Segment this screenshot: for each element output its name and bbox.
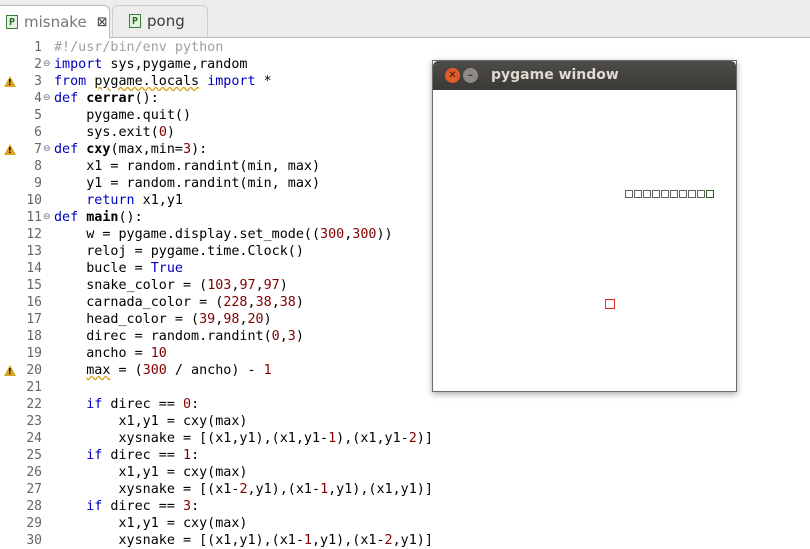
close-window-icon[interactable]: ✕ [445,68,460,83]
fold-toggle-icon[interactable]: ⊖ [43,141,51,158]
code-line: x1,y1 = cxy(max) [54,465,248,480]
line-number: 24 [26,431,42,446]
code-line: def cxy(max,min=3): [54,142,208,157]
line-number: 21 [26,380,42,395]
line-number: 6 [34,125,42,140]
line-number: 10 [26,193,42,208]
line-number: 12 [26,227,42,242]
code-line: snake_color = (103,97,97) [54,278,288,293]
warning-icon[interactable]: ! [4,365,16,376]
code-line: import sys,pygame,random [54,57,248,72]
snake-segment [661,190,669,198]
game-canvas[interactable] [433,90,736,391]
window-title: pygame window [491,67,619,83]
line-number: 27 [26,482,42,497]
code-line: pygame.quit() [54,108,192,123]
code-line: carnada_color = (228,38,38) [54,295,304,310]
tab-label: pong [147,12,185,30]
code-line: max = (300 / ancho) - 1 [86,363,272,378]
snake-segment [670,190,678,198]
code-line: x1,y1 = cxy(max) [54,414,248,429]
snake-segment [688,190,696,198]
line-number: 25 [26,448,42,463]
line-number: 8 [34,159,42,174]
code-line: return x1,y1 [86,193,183,208]
code-line: reloj = pygame.time.Clock() [54,244,304,259]
code-line: ancho = 10 [54,346,167,361]
minimize-window-icon[interactable]: – [463,68,478,83]
snake-segment [643,190,651,198]
line-number: 17 [26,312,42,327]
fold-toggle-icon[interactable]: ⊖ [43,209,51,226]
tab-label: misnake [24,13,87,31]
line-number: 23 [26,414,42,429]
code-line: y1 = random.randint(min, max) [54,176,321,191]
close-tab-icon[interactable]: ⊠ [97,15,108,30]
line-number: 2 [34,57,42,72]
code-line: if direc == 0: [86,397,200,412]
window-titlebar[interactable]: ✕ – pygame window [433,61,736,90]
code-line: def main(): [54,210,143,225]
code-line: x1 = random.randint(min, max) [54,159,321,174]
code-line: xysnake = [(x1-2,y1),(x1-1,y1),(x1,y1)] [54,482,433,497]
code-line: w = pygame.display.set_mode((300,300)) [54,227,393,242]
code-line: from pygame.locals import * [54,74,272,89]
snake-segment [634,190,642,198]
code-line: def cerrar(): [54,91,159,106]
code-line: head_color = (39,98,20) [54,312,272,327]
line-number: 18 [26,329,42,344]
line-number: 9 [34,176,42,191]
line-number: 15 [26,278,42,293]
python-file-icon: P [129,14,141,28]
line-number: 16 [26,295,42,310]
code-line: xysnake = [(x1,y1),(x1-1,y1),(x1-2,y1)] [54,533,433,548]
snake-head [706,190,714,198]
line-number: 22 [26,397,42,412]
code-line: xysnake = [(x1,y1),(x1,y1-1),(x1,y1-2)] [54,431,433,446]
line-number: 1 [34,40,42,55]
line-number: 14 [26,261,42,276]
line-number: 13 [26,244,42,259]
code-line: direc = random.randint(0,3) [54,329,304,344]
fold-toggle-icon[interactable]: ⊖ [43,90,51,107]
line-number-gutter: 1 2 ⊖ 3 4 ⊖ 5 6 7 ⊖ 8 9 10 11 ⊖ 12 13 14 15 16 17 18 19 20 21 22 2… [0,38,52,548]
line-number: 26 [26,465,42,480]
line-number: 29 [26,516,42,531]
line-number: 30 [26,533,42,548]
code-line: if direc == 3: [86,499,200,514]
python-file-icon: P [6,15,18,29]
code-line: if direc == 1: [86,448,200,463]
tab-misnake[interactable]: P misnake ⊠ [0,5,110,38]
snake-bait [605,299,615,309]
snake-segment [697,190,705,198]
snake-segment [652,190,660,198]
code-line: bucle = True [54,261,183,276]
line-number: 5 [34,108,42,123]
line-number: 4 [34,91,42,106]
line-number: 28 [26,499,42,514]
code-line: #!/usr/bin/env python [54,40,224,55]
fold-toggle-icon[interactable]: ⊖ [43,56,51,73]
code-line: x1,y1 = cxy(max) [54,516,248,531]
warning-icon[interactable]: ! [4,144,16,155]
pygame-window[interactable]: ✕ – pygame window [432,60,737,392]
snake-segment [679,190,687,198]
warning-icon[interactable]: ! [4,76,16,87]
tab-pong[interactable]: P pong [112,5,208,36]
line-number: 11 [26,210,42,225]
code-line: sys.exit(0) [54,125,175,140]
snake-segment [625,190,633,198]
line-number: 19 [26,346,42,361]
editor-tab-bar: P misnake ⊠ P pong [0,0,810,38]
